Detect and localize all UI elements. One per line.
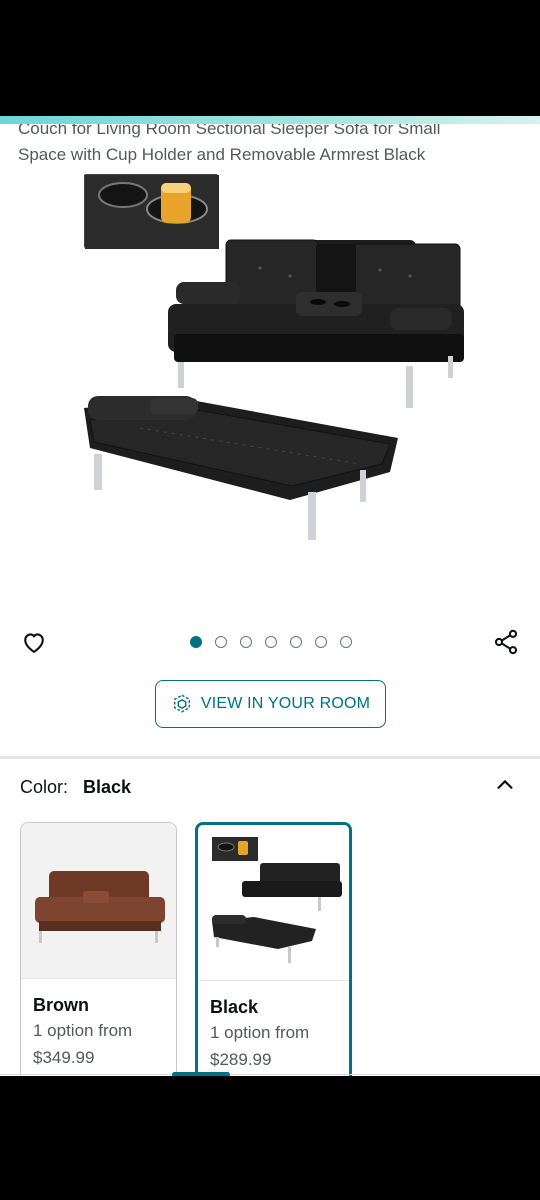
swatch-row-border bbox=[0, 1074, 540, 1075]
product-hero-image[interactable] bbox=[60, 172, 480, 562]
heart-icon[interactable] bbox=[20, 628, 48, 656]
image-carousel-dots bbox=[190, 636, 352, 648]
color-option-black[interactable]: Black 1 option from $289.99 bbox=[195, 822, 352, 1076]
carousel-dot[interactable] bbox=[340, 636, 352, 648]
product-title-line-2: Space with Cup Holder and Removable Armr… bbox=[18, 145, 426, 164]
color-option-availability: 1 option from bbox=[33, 1021, 133, 1040]
header-accent-strip bbox=[0, 116, 540, 124]
cube-icon bbox=[171, 693, 193, 715]
system-navigation-bar bbox=[0, 1076, 540, 1200]
carousel-dot[interactable] bbox=[315, 636, 327, 648]
product-detail-page: Couch for Living Room Sectional Sleeper … bbox=[0, 124, 540, 1076]
black-sofa-thumbnail bbox=[198, 825, 349, 981]
chevron-up-icon[interactable] bbox=[494, 774, 516, 796]
color-option-price: $349.99 bbox=[33, 1048, 95, 1067]
color-option-brown[interactable]: Brown 1 option from $349.99 bbox=[20, 822, 177, 1076]
color-label: Color: bbox=[20, 777, 69, 797]
brown-sofa-thumbnail bbox=[21, 823, 176, 979]
product-title: Couch for Living Room Sectional Sleeper … bbox=[18, 124, 518, 168]
color-option-name: Brown bbox=[33, 995, 89, 1015]
carousel-dot[interactable] bbox=[190, 636, 202, 648]
section-divider bbox=[0, 756, 540, 759]
carousel-dot[interactable] bbox=[240, 636, 252, 648]
product-title-line-1: Couch for Living Room Sectional Sleeper … bbox=[18, 124, 441, 138]
status-bar bbox=[0, 0, 540, 116]
color-option-availability: 1 option from bbox=[210, 1023, 310, 1042]
carousel-dot[interactable] bbox=[265, 636, 277, 648]
color-option-price: $289.99 bbox=[210, 1050, 272, 1069]
carousel-dot[interactable] bbox=[290, 636, 302, 648]
view-in-your-room-label: VIEW IN YOUR ROOM bbox=[200, 695, 371, 712]
selected-color-value: Black bbox=[83, 777, 132, 797]
view-in-your-room-button[interactable]: VIEW IN YOUR ROOM bbox=[155, 680, 386, 728]
carousel-dot[interactable] bbox=[215, 636, 227, 648]
color-option-name: Black bbox=[210, 997, 259, 1017]
share-icon[interactable] bbox=[492, 628, 520, 656]
color-selector-header: Color: Black bbox=[20, 777, 131, 798]
